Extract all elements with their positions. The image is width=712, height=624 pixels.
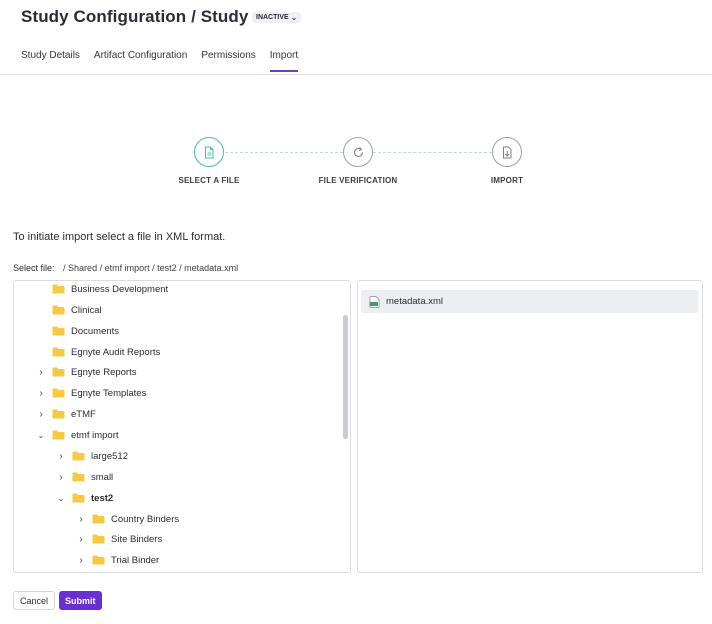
folder-icon	[52, 305, 65, 315]
folder-icon	[92, 555, 105, 565]
tree-item-small[interactable]: › small	[56, 467, 113, 487]
folder-icon	[72, 472, 85, 482]
chevron-right-icon[interactable]: ›	[36, 367, 46, 378]
tree-item-label: small	[91, 471, 114, 483]
step-circle	[343, 137, 373, 167]
tree-item-label: Documents	[71, 325, 120, 337]
tree-item-label: Egnyte Reports	[71, 366, 137, 378]
import-instruction: To initiate import select a file in XML …	[13, 231, 226, 243]
tab-artifact-configuration[interactable]: Artifact Configuration	[94, 50, 187, 72]
chevron-down-icon[interactable]: ⌄	[36, 431, 46, 440]
tree-item-documents[interactable]: > Documents	[36, 321, 119, 341]
tree-item-etmf-import[interactable]: ⌄ etmf import	[36, 425, 119, 445]
folder-icon	[52, 284, 65, 294]
folder-icon	[72, 493, 85, 503]
folder-icon	[52, 367, 65, 377]
refresh-icon	[353, 146, 363, 157]
chevron-right-icon[interactable]: ›	[36, 388, 46, 399]
chevron-right-icon[interactable]: ›	[76, 534, 86, 545]
tree-item-clinical[interactable]: > Clinical	[36, 300, 102, 320]
chevron-right-icon[interactable]: ›	[76, 555, 86, 566]
import-icon	[503, 146, 512, 158]
submit-button[interactable]: Submit	[59, 591, 102, 610]
chevron-down-icon[interactable]: ⌄	[56, 494, 66, 503]
tab-import[interactable]: Import	[269, 50, 299, 72]
tree-item-egnyte-reports[interactable]: › Egnyte Reports	[36, 362, 136, 382]
document-icon	[205, 146, 214, 158]
page-title: Study Configuration / Study	[21, 7, 249, 26]
tree-item-etmf[interactable]: › eTMF	[36, 404, 96, 424]
folder-icon	[52, 430, 65, 440]
xml-file-icon	[369, 295, 380, 308]
tree-item-label: Site Binders	[111, 533, 163, 545]
file-name: metadata.xml	[386, 296, 444, 307]
tree-item-business-development[interactable]: > Business Development	[36, 281, 169, 299]
tree-item-label: eTMF	[71, 408, 96, 420]
tree-item-test2[interactable]: ⌄ test2	[56, 488, 114, 508]
tree-item-label: large512	[91, 450, 128, 462]
cancel-button[interactable]: Cancel	[13, 591, 56, 610]
tree-item-trial-binder[interactable]: › Trial Binder	[76, 550, 159, 570]
folder-icon	[92, 534, 105, 544]
tree-item-label: Country Binders	[111, 513, 180, 525]
tree-item-egnyte-templates[interactable]: › Egnyte Templates	[36, 383, 146, 403]
step-circle	[492, 137, 522, 167]
step-circle	[194, 137, 224, 167]
tree-item-label: etmf import	[71, 429, 119, 441]
chevron-right-icon[interactable]: ›	[76, 514, 86, 525]
step-label: SELECT A FILE	[178, 176, 240, 185]
status-label: INACTIVE	[256, 14, 289, 21]
chevron-down-icon: ⌄	[290, 13, 298, 22]
folder-icon	[52, 326, 65, 336]
step-file-verification: FILE VERIFICATION	[298, 135, 418, 185]
file-path: / Shared / etmf import / test2 / metadat…	[63, 263, 239, 273]
tree-item-large512[interactable]: › large512	[56, 446, 128, 466]
file-row-metadata-xml[interactable]: metadata.xml	[361, 290, 698, 313]
tree-item-label: Clinical	[71, 304, 102, 316]
step-label: IMPORT	[490, 176, 524, 185]
step-select-file: SELECT A FILE	[149, 135, 269, 185]
selected-file-path: Select file: / Shared / etmf import / te…	[13, 263, 238, 273]
tab-study-details[interactable]: Study Details	[21, 50, 80, 72]
tree-item-site-binders[interactable]: › Site Binders	[76, 529, 162, 549]
select-file-label: Select file:	[13, 263, 55, 273]
chevron-right-icon[interactable]: ›	[56, 472, 66, 483]
step-label: FILE VERIFICATION	[318, 176, 398, 185]
tab-bar: Study Details Artifact Configuration Per…	[21, 50, 299, 72]
tree-item-egnyte-audit-reports[interactable]: > Egnyte Audit Reports	[36, 342, 160, 362]
chevron-right-icon[interactable]: ›	[56, 451, 66, 462]
chevron-right-icon[interactable]: ›	[36, 409, 46, 420]
import-stepper: SELECT A FILE FILE VERIFICATION IMPORT	[0, 135, 712, 195]
tree-item-label: Business Development	[71, 283, 169, 295]
folder-icon	[92, 514, 105, 524]
folder-icon	[72, 451, 85, 461]
folder-icon	[52, 388, 65, 398]
status-dropdown[interactable]: INACTIVE ⌄	[252, 12, 302, 23]
tree-item-country-binders[interactable]: › Country Binders	[76, 509, 179, 529]
folder-icon	[52, 347, 65, 357]
tree-item-label: Egnyte Templates	[71, 387, 147, 399]
file-list-panel: metadata.xml	[357, 280, 703, 573]
folder-icon	[52, 409, 65, 419]
tab-permissions[interactable]: Permissions	[201, 50, 255, 72]
tree-item-label: Egnyte Audit Reports	[71, 346, 161, 358]
step-import: IMPORT	[447, 135, 567, 185]
tabs-divider	[0, 74, 712, 75]
folder-tree-panel[interactable]: > Business Development > Clinical > Docu…	[13, 280, 351, 573]
tree-item-label: test2	[91, 492, 114, 504]
tree-item-label: Trial Binder	[111, 554, 160, 566]
tree-scrollbar[interactable]	[343, 315, 348, 439]
